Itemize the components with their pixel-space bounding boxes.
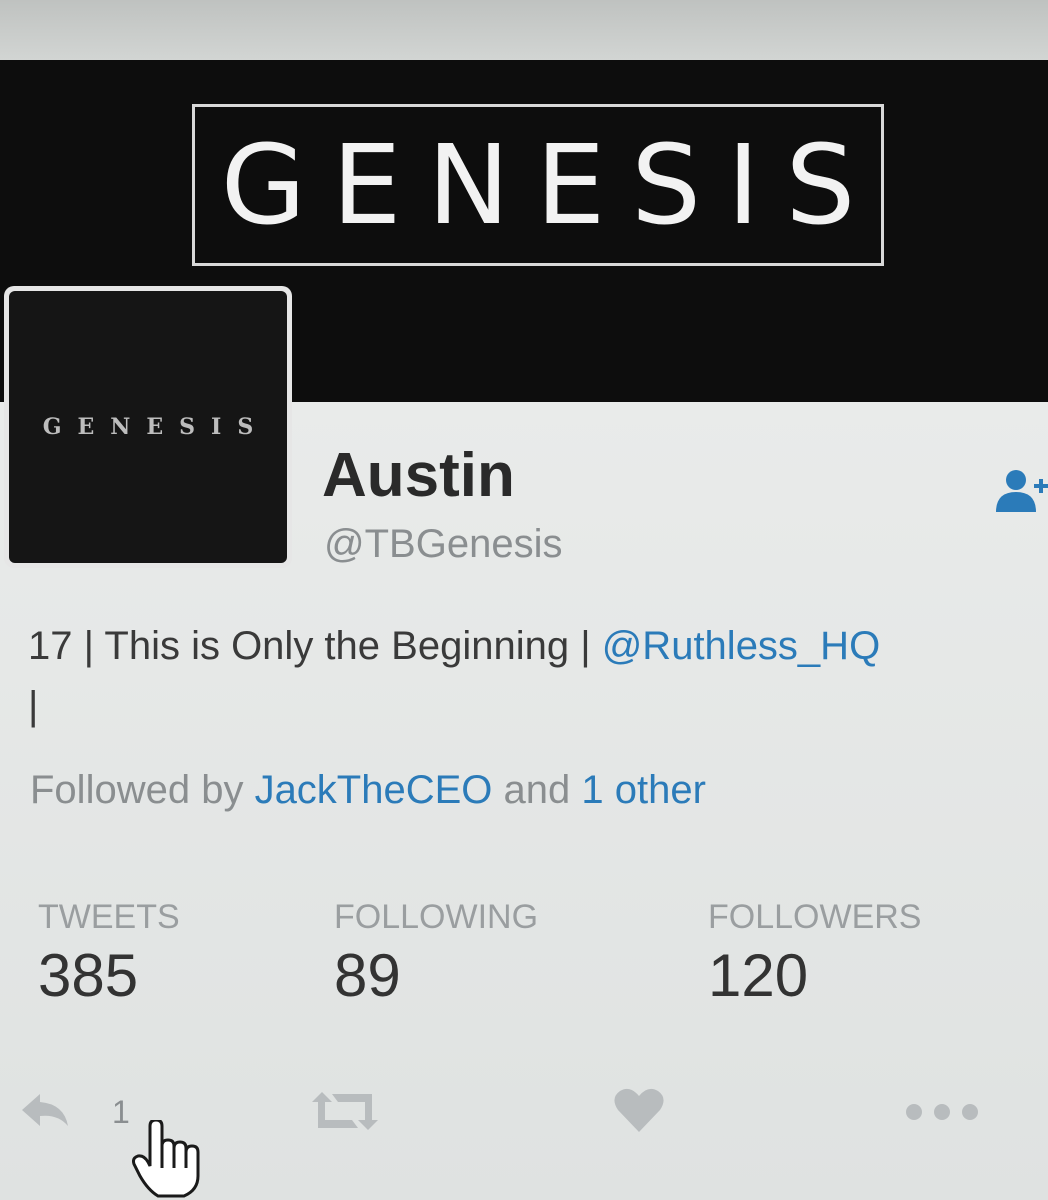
- hand-pointer-icon: [132, 1120, 200, 1198]
- stat-following-label: FOLLOWING: [334, 898, 539, 936]
- screen-top-edge: [0, 0, 1048, 60]
- avatar-image: GENESIS: [9, 291, 287, 563]
- stat-followers-label: FOLLOWERS: [708, 898, 922, 936]
- stat-tweets[interactable]: TWEETS 385: [38, 898, 180, 1010]
- stat-tweets-label: TWEETS: [38, 898, 180, 936]
- bio-mention-link[interactable]: @Ruthless_HQ: [602, 624, 880, 668]
- heart-icon[interactable]: [612, 1086, 666, 1134]
- bio-tail: |: [28, 684, 39, 728]
- avatar-logo-text: GENESIS: [42, 414, 270, 440]
- reply-icon[interactable]: [18, 1090, 72, 1130]
- profile-handle[interactable]: @TBGenesis: [324, 522, 562, 567]
- stat-followers[interactable]: FOLLOWERS 120: [708, 898, 921, 1010]
- stat-following[interactable]: FOLLOWING 89: [334, 898, 538, 1010]
- followed-by-user-link[interactable]: JackTheCEO: [255, 768, 493, 812]
- stat-followers-value: 120: [708, 942, 809, 1009]
- more-icon[interactable]: [904, 1102, 980, 1122]
- banner-logo-text: GENESIS: [220, 121, 882, 249]
- stat-following-value: 89: [334, 942, 401, 1009]
- reply-count: 1: [112, 1094, 130, 1130]
- follow-user-icon[interactable]: [990, 468, 1048, 516]
- followed-by-line: Followed by JackTheCEO and 1 other: [30, 768, 706, 813]
- followed-by-middle: and: [492, 768, 582, 812]
- profile-name[interactable]: Austin: [322, 440, 515, 511]
- profile-bio: 17 | This is Only the Beginning | @Ruthl…: [28, 616, 1038, 736]
- bio-text: 17 | This is Only the Beginning |: [28, 624, 602, 668]
- followed-by-prefix: Followed by: [30, 768, 255, 812]
- banner-logo: GENESIS: [192, 104, 884, 266]
- stat-tweets-value: 385: [38, 942, 139, 1009]
- retweet-icon[interactable]: [308, 1088, 382, 1134]
- avatar[interactable]: GENESIS: [4, 286, 292, 568]
- followed-by-others-link[interactable]: 1 other: [581, 768, 706, 812]
